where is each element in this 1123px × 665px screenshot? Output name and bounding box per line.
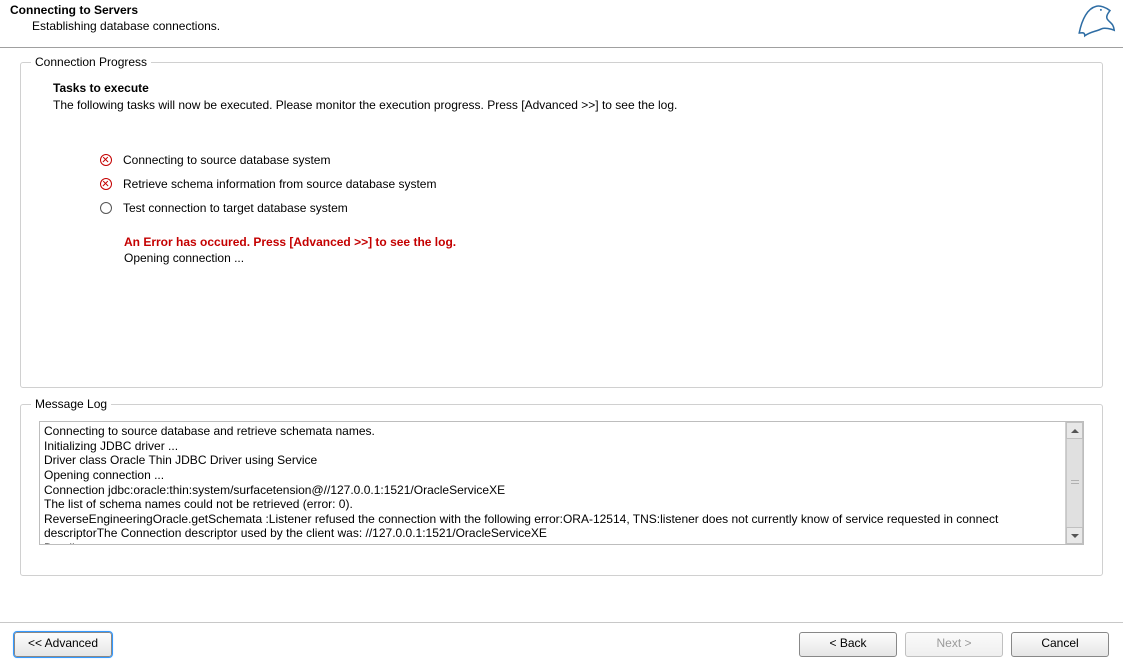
task-label: Connecting to source database system	[123, 153, 330, 167]
error-message: An Error has occured. Press [Advanced >>…	[124, 235, 1084, 249]
task-row: Retrieve schema information from source …	[99, 177, 1084, 191]
task-label: Test connection to target database syste…	[123, 201, 348, 215]
pending-circle-icon	[99, 201, 113, 215]
wizard-header: Connecting to Servers Establishing datab…	[0, 0, 1123, 48]
mysql-dolphin-logo-icon	[1075, 0, 1117, 43]
page-title: Connecting to Servers	[10, 3, 1113, 17]
error-icon	[99, 177, 113, 191]
scroll-down-button[interactable]	[1066, 527, 1083, 544]
wizard-footer: << Advanced < Back Next > Cancel	[0, 622, 1123, 665]
scroll-up-button[interactable]	[1066, 422, 1083, 439]
back-button[interactable]: < Back	[799, 632, 897, 657]
status-message: Opening connection ...	[124, 251, 1084, 265]
message-log-legend: Message Log	[31, 397, 111, 411]
connection-progress-legend: Connection Progress	[31, 55, 151, 69]
next-button: Next >	[905, 632, 1003, 657]
connection-progress-group: Connection Progress Tasks to execute The…	[20, 62, 1103, 388]
cancel-button[interactable]: Cancel	[1011, 632, 1109, 657]
task-row: Test connection to target database syste…	[99, 201, 1084, 215]
task-label: Retrieve schema information from source …	[123, 177, 436, 191]
error-icon	[99, 153, 113, 167]
page-subtitle: Establishing database connections.	[32, 19, 1113, 33]
scroll-thumb[interactable]	[1066, 439, 1083, 527]
tasks-desc: The following tasks will now be executed…	[53, 97, 1084, 113]
message-log-group: Message Log Connecting to source databas…	[20, 404, 1103, 576]
task-row: Connecting to source database system	[99, 153, 1084, 167]
advanced-button[interactable]: << Advanced	[14, 632, 112, 657]
log-scrollbar[interactable]	[1065, 422, 1083, 544]
message-log-text[interactable]: Connecting to source database and retrie…	[40, 422, 1065, 544]
tasks-title: Tasks to execute	[53, 81, 1084, 95]
